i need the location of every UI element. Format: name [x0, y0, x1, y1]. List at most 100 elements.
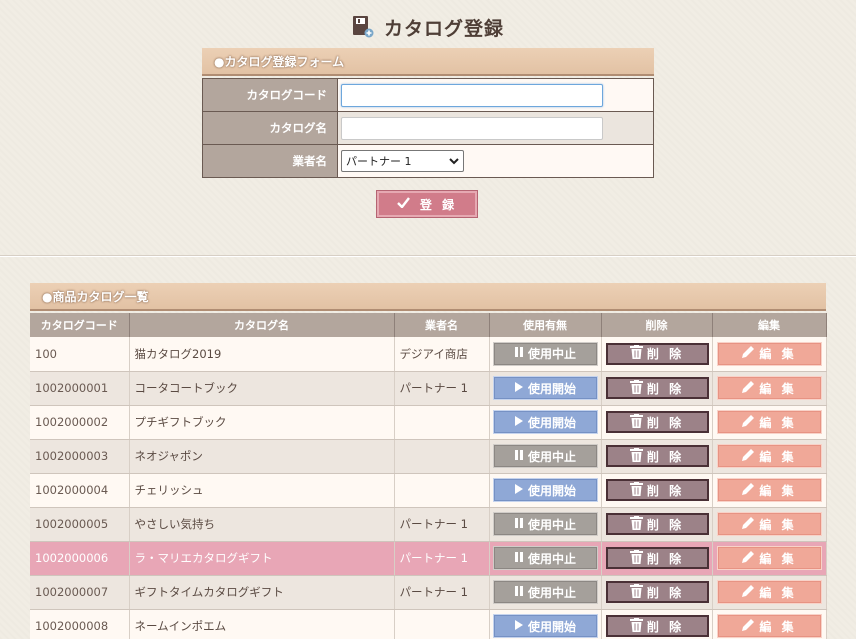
pencil-icon — [741, 448, 755, 465]
row-code: 1002000005 — [30, 507, 130, 542]
row-name: ラ・マリエカタログギフト — [129, 541, 395, 576]
table-header-row: カタログコード カタログ名 業者名 使用有無 削除 編集 — [30, 313, 827, 337]
delete-label: 削 除 — [646, 585, 685, 600]
usage-toggle-button[interactable]: 使用中止 — [492, 341, 598, 366]
edit-button[interactable]: 編 集 — [716, 410, 822, 434]
edit-button[interactable]: 編 集 — [716, 546, 822, 570]
table-row: 1002000007 ギフトタイムカタログギフト パートナー 1 使用中止 削 除 編 集 — [30, 575, 827, 610]
edit-button[interactable]: 編 集 — [716, 512, 822, 536]
edit-button[interactable]: 編 集 — [716, 444, 822, 468]
usage-toggle-label: 使用中止 — [527, 449, 576, 464]
row-vendor: パートナー 1 — [394, 507, 490, 542]
trash-icon — [629, 481, 643, 499]
row-vendor: パートナー 1 — [394, 541, 490, 576]
delete-button[interactable]: 削 除 — [605, 411, 709, 433]
form-row-vendor: 業者名 パートナー 1 — [202, 144, 654, 178]
row-name: ギフトタイムカタログギフト — [129, 575, 395, 610]
usage-toggle-button[interactable]: 使用中止 — [492, 512, 598, 536]
vendor-select[interactable]: パートナー 1 — [341, 150, 464, 172]
usage-toggle-button[interactable]: 使用中止 — [492, 546, 598, 570]
edit-label: 編 集 — [759, 517, 797, 532]
register-button[interactable]: 登 録 — [376, 190, 478, 218]
pause-icon — [514, 517, 524, 532]
pencil-icon — [741, 414, 755, 431]
row-name: ネームインポエム — [129, 609, 395, 639]
form-section-title: ●カタログ登録フォーム — [202, 48, 654, 76]
delete-button[interactable]: 削 除 — [605, 445, 709, 467]
col-header-vendor: 業者名 — [394, 313, 490, 337]
vendor-select-value: パートナー 1 — [346, 155, 412, 168]
catalog-name-input[interactable] — [341, 116, 603, 140]
pencil-icon — [741, 550, 755, 567]
usage-toggle-button[interactable]: 使用開始 — [492, 478, 598, 502]
edit-label: 編 集 — [759, 483, 797, 498]
chevron-down-icon — [449, 155, 459, 168]
edit-button[interactable]: 編 集 — [716, 478, 822, 502]
catalog-list: ●商品カタログ一覧 カタログコード カタログ名 業者名 使用有無 削除 編集 1… — [30, 283, 827, 639]
table-row: 1002000005 やさしい気持ち パートナー 1 使用中止 削 除 編 集 — [30, 507, 827, 542]
row-name: コータコートブック — [129, 371, 395, 406]
trash-icon — [629, 345, 643, 362]
register-button-label: 登 録 — [419, 197, 458, 212]
edit-button[interactable]: 編 集 — [716, 376, 822, 400]
usage-toggle-label: 使用開始 — [527, 619, 576, 634]
table-row: 1002000008 ネームインポエム 使用開始 削 除 編 集 — [30, 609, 827, 639]
catalog-table: カタログコード カタログ名 業者名 使用有無 削除 編集 100 猫カタログ201… — [30, 313, 827, 639]
row-code: 1002000007 — [30, 575, 130, 610]
edit-label: 編 集 — [759, 381, 797, 396]
row-vendor: パートナー 1 — [394, 371, 490, 406]
edit-button[interactable]: 編 集 — [716, 341, 822, 366]
col-header-code: カタログコード — [30, 313, 130, 337]
pause-icon — [514, 551, 524, 566]
table-row: 1002000001 コータコートブック パートナー 1 使用開始 削 除 編 集 — [30, 371, 827, 406]
trash-icon — [629, 549, 643, 567]
row-vendor: デジアイ商店 — [394, 337, 490, 372]
play-icon — [514, 415, 524, 430]
edit-button[interactable]: 編 集 — [716, 614, 822, 638]
pencil-icon — [741, 482, 755, 499]
usage-toggle-button[interactable]: 使用開始 — [492, 614, 598, 638]
row-name: チェリッシュ — [129, 473, 395, 508]
trash-icon — [629, 515, 643, 533]
delete-button[interactable]: 削 除 — [605, 513, 709, 535]
row-vendor — [394, 473, 490, 508]
edit-button[interactable]: 編 集 — [716, 580, 822, 604]
pause-icon — [514, 346, 524, 361]
usage-toggle-button[interactable]: 使用中止 — [492, 444, 598, 468]
row-vendor — [394, 609, 490, 639]
delete-button[interactable]: 削 除 — [605, 377, 709, 399]
form-row-name: カタログ名 — [202, 111, 654, 145]
col-header-usage: 使用有無 — [489, 313, 602, 337]
usage-toggle-button[interactable]: 使用開始 — [492, 376, 598, 400]
edit-label: 編 集 — [759, 449, 797, 464]
page-header: カタログ登録 — [0, 12, 856, 42]
pause-icon — [514, 449, 524, 464]
row-vendor: パートナー 1 — [394, 575, 490, 610]
edit-label: 編 集 — [759, 585, 797, 600]
trash-icon — [629, 617, 643, 635]
row-code: 1002000004 — [30, 473, 130, 508]
row-code: 1002000008 — [30, 609, 130, 639]
trash-icon — [629, 583, 643, 601]
usage-toggle-button[interactable]: 使用中止 — [492, 580, 598, 604]
delete-button[interactable]: 削 除 — [605, 581, 709, 603]
delete-button[interactable]: 削 除 — [605, 547, 709, 569]
usage-toggle-label: 使用中止 — [527, 517, 576, 532]
delete-button[interactable]: 削 除 — [605, 615, 709, 637]
usage-toggle-button[interactable]: 使用開始 — [492, 410, 598, 434]
delete-button[interactable]: 削 除 — [605, 479, 709, 501]
delete-label: 削 除 — [646, 619, 685, 634]
table-row: 1002000004 チェリッシュ 使用開始 削 除 編 集 — [30, 473, 827, 508]
catalog-code-input[interactable] — [341, 83, 603, 107]
page-title: カタログ登録 — [383, 17, 504, 40]
row-code: 1002000002 — [30, 405, 130, 440]
table-row: 1002000006 ラ・マリエカタログギフト パートナー 1 使用中止 削 除 編 集 — [30, 541, 827, 576]
delete-label: 削 除 — [646, 415, 685, 430]
delete-button[interactable]: 削 除 — [605, 342, 709, 365]
catalog-book-icon — [352, 15, 374, 39]
delete-label: 削 除 — [646, 551, 685, 566]
section-divider — [0, 255, 856, 257]
check-icon — [397, 197, 410, 211]
list-section-title: ●商品カタログ一覧 — [30, 283, 826, 311]
delete-label: 削 除 — [646, 483, 685, 498]
